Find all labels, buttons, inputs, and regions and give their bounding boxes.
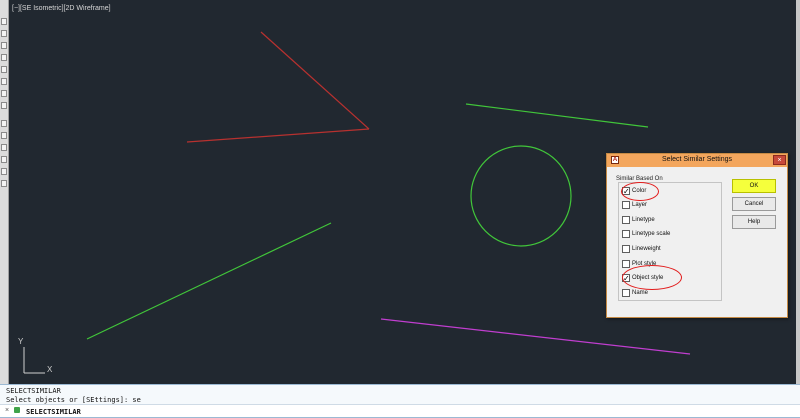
autocad-window: [−][SE Isometric][2D Wireframe] Y X A Se…: [0, 0, 800, 418]
ok-button[interactable]: OK: [732, 179, 776, 193]
layer-label: Layer: [632, 202, 648, 208]
lineweight-label: Lineweight: [632, 246, 661, 252]
toolbar-button[interactable]: [1, 180, 7, 187]
magenta-line[interactable]: [380, 318, 691, 355]
toolbar-button[interactable]: [1, 102, 7, 109]
cancel-button[interactable]: Cancel: [732, 197, 776, 211]
ucs-y-label: Y: [18, 337, 24, 346]
similar-based-on-group: [618, 182, 722, 301]
toolbar-button[interactable]: [1, 18, 7, 25]
help-button[interactable]: Help: [732, 215, 776, 229]
command-input-row[interactable]: × SELECTSIMILAR: [0, 404, 800, 418]
toolbar-button[interactable]: [1, 156, 7, 163]
toolbar-button[interactable]: [1, 78, 7, 85]
select-similar-settings-dialog: A Select Similar Settings × Similar Base…: [606, 153, 788, 318]
name-checkbox[interactable]: [622, 289, 630, 297]
plot-style-label: Plot style: [632, 261, 657, 267]
toolbar-button[interactable]: [1, 30, 7, 37]
command-history-line: Select objects or [SEttings]: se: [6, 396, 141, 404]
toolbar-button[interactable]: [1, 144, 7, 151]
object-style-checkbox[interactable]: ✓: [622, 274, 630, 283]
command-prompt-icon[interactable]: [14, 407, 20, 413]
red-line-lower[interactable]: [186, 128, 370, 143]
close-button[interactable]: ×: [773, 155, 786, 165]
lineweight-checkbox[interactable]: [622, 245, 630, 253]
command-history: SELECTSIMILAR Select objects or [SEtting…: [0, 384, 800, 404]
dialog-titlebar[interactable]: A Select Similar Settings ×: [607, 154, 787, 167]
green-line-upper[interactable]: [465, 103, 649, 128]
right-edge-bar: [796, 0, 800, 384]
drawing-viewport[interactable]: [−][SE Isometric][2D Wireframe] Y X A Se…: [9, 0, 796, 384]
color-label: Color: [632, 188, 647, 194]
toolbar-button[interactable]: [1, 132, 7, 139]
color-checkbox[interactable]: ✓: [622, 187, 630, 196]
linetype-checkbox[interactable]: [622, 216, 630, 224]
toolbar-button[interactable]: [1, 42, 7, 49]
object-style-label: Object style: [632, 275, 664, 281]
linetype-scale-label: Linetype scale: [632, 231, 671, 237]
command-history-line: SELECTSIMILAR: [6, 387, 61, 395]
green-line-lower[interactable]: [86, 222, 332, 340]
toolbar-button[interactable]: [1, 66, 7, 73]
ucs-icon: [23, 347, 45, 374]
toolbar-button[interactable]: [1, 120, 7, 127]
red-line-upper[interactable]: [260, 31, 370, 130]
ucs-x-label: X: [47, 365, 53, 374]
green-circle[interactable]: [470, 145, 572, 247]
command-line-area: SELECTSIMILAR Select objects or [SEtting…: [0, 384, 800, 418]
linetype-scale-checkbox[interactable]: [622, 230, 630, 238]
linetype-label: Linetype: [632, 217, 655, 223]
plot-style-checkbox[interactable]: [622, 260, 630, 268]
name-label: Name: [632, 290, 649, 296]
toolbar-button[interactable]: [1, 54, 7, 61]
command-input[interactable]: SELECTSIMILAR: [26, 408, 81, 416]
toolbar-button[interactable]: [1, 90, 7, 97]
left-toolbar: [0, 0, 9, 384]
close-icon[interactable]: ×: [5, 407, 9, 414]
toolbar-button[interactable]: [1, 168, 7, 175]
dialog-title: Select Similar Settings: [661, 156, 733, 163]
layer-checkbox[interactable]: [622, 201, 630, 209]
